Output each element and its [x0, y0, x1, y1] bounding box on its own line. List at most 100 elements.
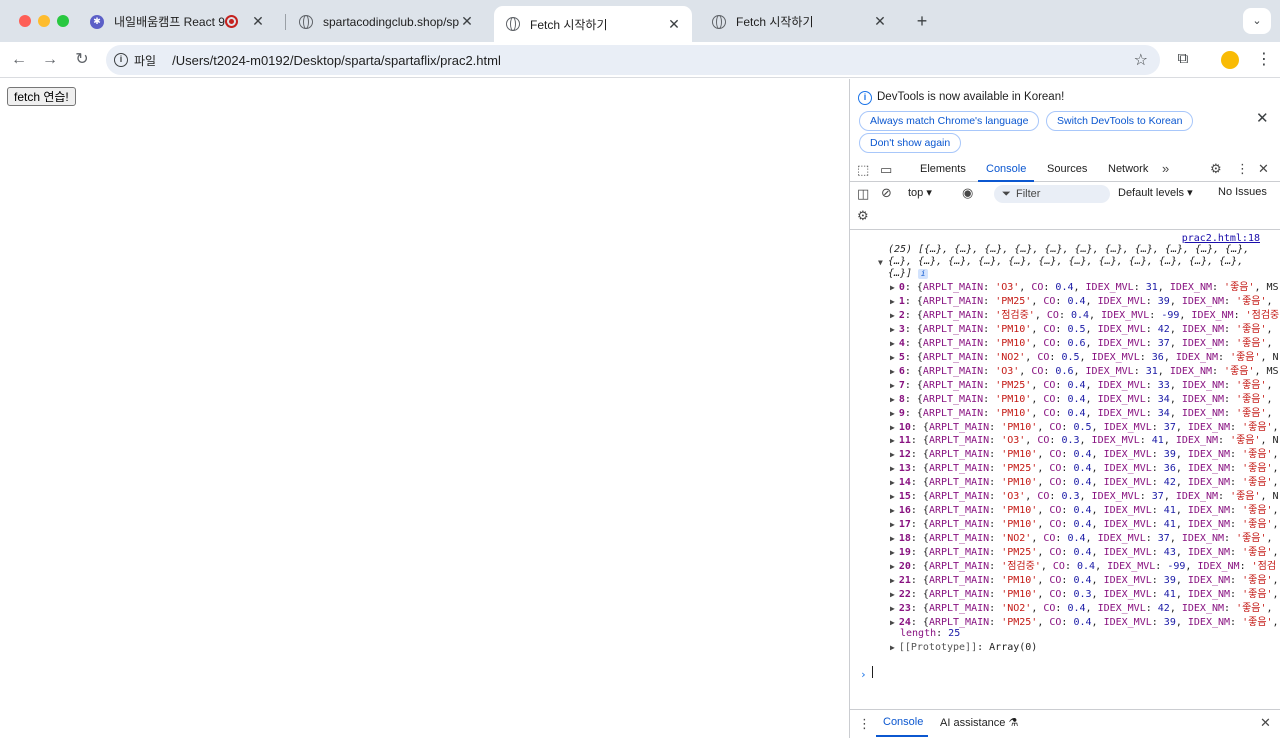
array-entry-row[interactable]: ▶ 22: {ARPLT_MAIN: 'PM10', CO: 0.3, IDEX_… [890, 588, 1279, 602]
devtools-panel: i DevTools is now available in Korean! ✕… [849, 79, 1280, 738]
array-entry-row[interactable]: ▶ 5: {ARPLT_MAIN: 'NO2', CO: 0.5, IDEX_MV… [890, 351, 1279, 365]
entry-idex-nm: '좋음' [1242, 449, 1273, 461]
always-match-language-button[interactable]: Always match Chrome's language [859, 111, 1040, 131]
dont-show-again-button[interactable]: Don't show again [859, 133, 962, 153]
source-link[interactable]: prac2.html:18 [1182, 233, 1260, 244]
entry-idex-mvl: 37 [1163, 421, 1176, 433]
devtools-tabbar: ⬚ ▭ Elements Console Sources Network » ⚙… [850, 158, 1280, 182]
tab-close-icon[interactable]: ✕ [666, 16, 682, 33]
tab-close-icon[interactable]: ✕ [872, 13, 888, 30]
devtools-close-icon[interactable]: ✕ [1258, 161, 1269, 177]
window-zoom-button[interactable] [57, 15, 69, 27]
collapse-triangle-icon[interactable]: ▼ [878, 258, 883, 267]
log-levels-dropdown[interactable]: Default levels ▾ [1118, 186, 1193, 199]
expand-triangle-icon: ▶ [890, 464, 895, 474]
array-entry-row[interactable]: ▶ 20: {ARPLT_MAIN: '점검중', CO: 0.4, IDEX_M… [890, 560, 1276, 574]
forward-arrow-icon[interactable]: → [39, 49, 61, 71]
entry-arplt-main: 'PM25' [995, 295, 1032, 307]
array-entry-row[interactable]: ▶ 14: {ARPLT_MAIN: 'PM10', CO: 0.4, IDEX_… [890, 476, 1279, 490]
array-entry-row[interactable]: ▶ 2: {ARPLT_MAIN: '점검중', CO: 0.4, IDEX_MV… [890, 309, 1279, 323]
array-entry-row[interactable]: ▶ 15: {ARPLT_MAIN: 'O3', CO: 0.3, IDEX_MV… [890, 490, 1279, 504]
drawer-tab-console[interactable]: Console [883, 716, 923, 728]
entry-arplt-main: 'O3' [1001, 491, 1026, 503]
entry-idex-nm: '좋음' [1230, 351, 1261, 363]
scheme-chip[interactable]: 파일 [134, 52, 156, 69]
array-entry-row[interactable]: ▶ 6: {ARPLT_MAIN: 'O3', CO: 0.6, IDEX_MVL… [890, 365, 1279, 379]
url-text[interactable]: /Users/t2024-m0192/Desktop/sparta/sparta… [172, 53, 501, 68]
tab-search-button[interactable]: ⌄ [1243, 8, 1271, 34]
array-entry-row[interactable]: ▶ 19: {ARPLT_MAIN: 'PM25', CO: 0.4, IDEX_… [890, 546, 1279, 560]
back-arrow-icon[interactable]: ← [8, 49, 30, 71]
array-entry-row[interactable]: ▶ 12: {ARPLT_MAIN: 'PM10', CO: 0.4, IDEX_… [890, 448, 1279, 462]
drawer-close-icon[interactable]: ✕ [1260, 715, 1271, 731]
site-info-icon[interactable]: i [114, 53, 128, 67]
drawer-menu-icon[interactable]: ⋮ [858, 716, 871, 732]
array-entry-row[interactable]: ▶ 8: {ARPLT_MAIN: 'PM10', CO: 0.4, IDEX_M… [890, 393, 1273, 407]
inspect-element-icon[interactable]: ⬚ [857, 162, 869, 178]
window-close-button[interactable] [19, 15, 31, 27]
array-entry-row[interactable]: ▶ 21: {ARPLT_MAIN: 'PM10', CO: 0.4, IDEX_… [890, 574, 1279, 588]
entry-idex-nm: '좋음' [1224, 365, 1255, 377]
fetch-practice-button[interactable]: fetch 연습! [7, 87, 76, 106]
tab-elements[interactable]: Elements [912, 158, 974, 182]
context-selector[interactable]: top ▾ [908, 186, 932, 199]
profile-avatar[interactable] [1221, 51, 1239, 69]
array-entry-row[interactable]: ▶ 23: {ARPLT_MAIN: 'NO2', CO: 0.4, IDEX_M… [890, 602, 1273, 616]
prototype-row[interactable]: ▶ [[Prototype]]: Array(0) [890, 641, 1037, 655]
drawer-tab-ai-assistance[interactable]: AI assistance ⚗ [940, 716, 1018, 729]
console-input-caret[interactable] [872, 666, 873, 678]
array-summary-line: (25) [{…}, {…}, {…}, {…}, {…}, {…}, {…},… [888, 244, 1250, 255]
array-entry-row[interactable]: ▶ 16: {ARPLT_MAIN: 'PM10', CO: 0.4, IDEX_… [890, 504, 1279, 518]
browser-tab[interactable]: ✱ 내일배움캠프 React 9회차 | ✕ [78, 6, 276, 37]
console-settings-gear-icon[interactable]: ⚙ [857, 208, 869, 224]
console-filter-input[interactable]: ⏷ Filter [994, 185, 1110, 203]
window-minimize-button[interactable] [38, 15, 50, 27]
expand-triangle-icon: ▶ [890, 283, 895, 292]
array-entry-row[interactable]: ▶ 17: {ARPLT_MAIN: 'PM10', CO: 0.4, IDEX_… [890, 518, 1279, 532]
tab-network[interactable]: Network [1100, 158, 1156, 182]
entry-idex-mvl: 34 [1157, 407, 1170, 419]
entry-index: 19 [898, 547, 911, 559]
array-entry-row[interactable]: ▶ 0: {ARPLT_MAIN: 'O3', CO: 0.4, IDEX_MVL… [890, 281, 1279, 295]
array-entry-row[interactable]: ▶ 11: {ARPLT_MAIN: 'O3', CO: 0.3, IDEX_MV… [890, 434, 1279, 448]
settings-gear-icon[interactable]: ⚙ [1210, 161, 1222, 177]
sidebar-toggle-icon[interactable]: ◫ [857, 186, 869, 202]
address-bar[interactable]: i 파일 /Users/t2024-m0192/Desktop/sparta/s… [106, 45, 1160, 75]
device-toolbar-icon[interactable]: ▭ [880, 162, 892, 178]
issues-counter[interactable]: No Issues [1218, 186, 1267, 198]
live-expression-eye-icon[interactable]: ◉ [962, 185, 973, 201]
new-tab-button[interactable]: + [912, 10, 932, 32]
browser-tab[interactable]: Fetch 시작하기 ✕ [700, 6, 898, 37]
array-entry-row[interactable]: ▶ 9: {ARPLT_MAIN: 'PM10', CO: 0.4, IDEX_M… [890, 407, 1273, 421]
array-entry-row[interactable]: ▶ 4: {ARPLT_MAIN: 'PM10', CO: 0.6, IDEX_M… [890, 337, 1273, 351]
array-entry-row[interactable]: ▶ 18: {ARPLT_MAIN: 'NO2', CO: 0.4, IDEX_M… [890, 532, 1273, 546]
bookmark-star-icon[interactable]: ☆ [1134, 50, 1148, 70]
clear-console-icon[interactable]: ⊘ [881, 185, 892, 201]
tab-sources[interactable]: Sources [1039, 158, 1095, 182]
entry-co: 0.4 [1073, 505, 1092, 517]
reload-icon[interactable]: ↻ [71, 49, 93, 71]
array-entry-row[interactable]: ▶ 7: {ARPLT_MAIN: 'PM25', CO: 0.4, IDEX_M… [890, 379, 1273, 393]
entry-idex-nm: '좋음' [1236, 407, 1267, 419]
array-entry-row[interactable]: ▶ 10: {ARPLT_MAIN: 'PM10', CO: 0.5, IDEX_… [890, 421, 1279, 435]
array-entry-row[interactable]: ▶ 13: {ARPLT_MAIN: 'PM25', CO: 0.4, IDEX_… [890, 462, 1279, 476]
tab-close-icon[interactable]: ✕ [459, 13, 475, 30]
tab-console[interactable]: Console [978, 158, 1035, 182]
switch-to-korean-button[interactable]: Switch DevTools to Korean [1046, 111, 1194, 131]
entry-co: 0.4 [1067, 407, 1086, 419]
extensions-icon[interactable]: ⧉ [1174, 50, 1192, 68]
tab-title: spartacodingclub.shop/sparta [323, 14, 459, 29]
infobar-close-icon[interactable]: ✕ [1256, 109, 1269, 127]
browser-tab[interactable]: spartacodingclub.shop/sparta ✕ [287, 6, 485, 37]
entry-idex-nm: '좋음' [1242, 477, 1273, 489]
entry-co: 0.4 [1070, 309, 1090, 321]
devtools-menu-icon[interactable]: ⋮ [1236, 161, 1249, 177]
browser-tab-active[interactable]: Fetch 시작하기 ✕ [494, 6, 692, 42]
entry-arplt-main: 'PM10' [995, 323, 1032, 335]
array-entry-row[interactable]: ▶ 3: {ARPLT_MAIN: 'PM10', CO: 0.5, IDEX_M… [890, 323, 1273, 337]
browser-toolbar: ← → ↻ i 파일 /Users/t2024-m0192/Desktop/sp… [0, 42, 1280, 78]
browser-menu-icon[interactable]: ⋮ [1256, 50, 1272, 70]
tab-close-icon[interactable]: ✕ [250, 13, 266, 30]
more-tabs-icon[interactable]: » [1162, 161, 1169, 176]
array-entry-row[interactable]: ▶ 1: {ARPLT_MAIN: 'PM25', CO: 0.4, IDEX_M… [890, 295, 1273, 309]
